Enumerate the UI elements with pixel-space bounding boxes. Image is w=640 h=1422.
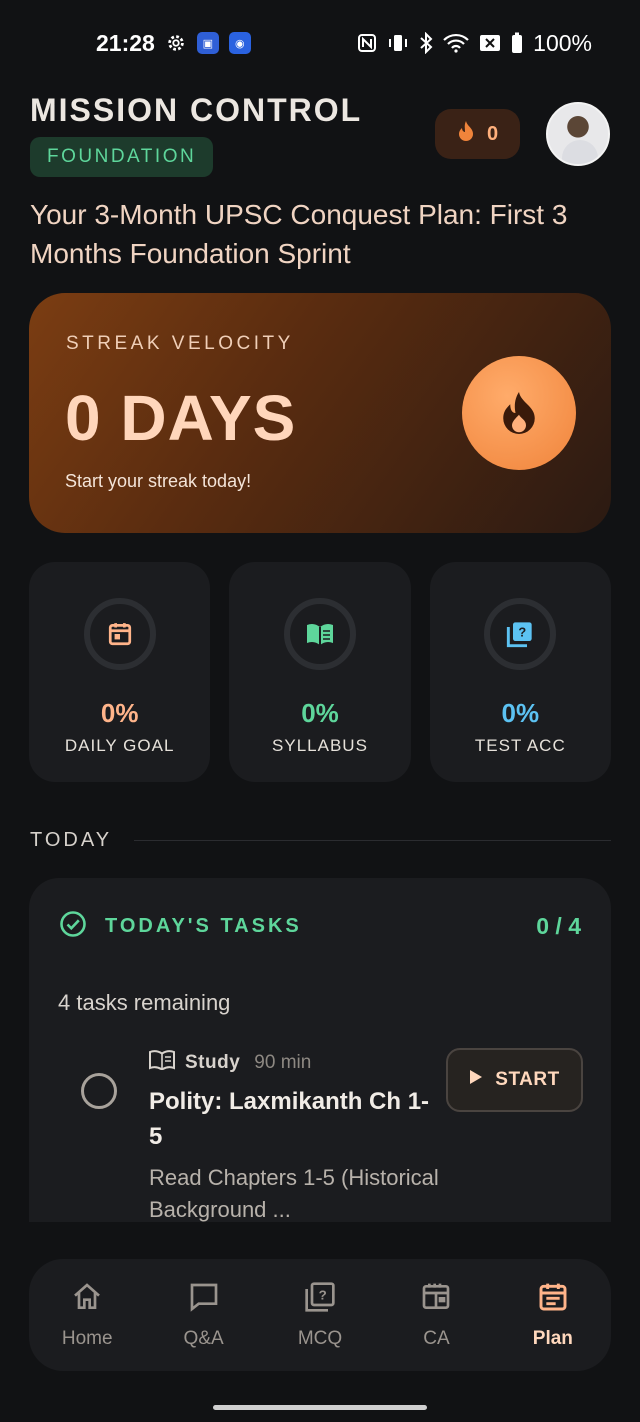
home-icon <box>71 1281 103 1318</box>
daily-goal-label: DAILY GOAL <box>64 736 175 755</box>
check-circle-icon <box>59 910 87 943</box>
wifi-icon <box>443 33 469 53</box>
chat-icon <box>188 1281 220 1318</box>
syllabus-value: 0% <box>301 698 339 728</box>
daily-goal-value: 0% <box>100 698 139 728</box>
nav-item-ca[interactable]: CA <box>378 1259 494 1371</box>
start-button-label: START <box>495 1069 560 1090</box>
tasks-header: TODAY'S TASKS 0 / 4 <box>59 910 581 943</box>
book-open-icon <box>283 598 356 670</box>
quiz-icon: ? <box>484 598 557 670</box>
nav-label-ca: CA <box>423 1328 450 1349</box>
today-section-header: TODAY <box>30 829 611 852</box>
flame-icon <box>457 120 475 148</box>
streak-count: 0 <box>486 122 499 145</box>
book-icon <box>149 1050 175 1076</box>
broadcast-icon: ◉ <box>228 32 251 54</box>
bottom-navigation: Home Q&A ? MCQ CA Plan <box>29 1259 611 1371</box>
today-label: TODAY <box>30 829 113 851</box>
tasks-title: TODAY'S TASKS <box>105 915 302 937</box>
streak-counter-button[interactable]: 0 <box>435 109 520 159</box>
app-icon: ▣ <box>196 32 219 54</box>
newspaper-icon <box>420 1281 452 1318</box>
test-accuracy-label: TEST ACC <box>474 736 566 755</box>
task-checkbox[interactable] <box>81 1073 117 1109</box>
phase-badge: FOUNDATION <box>30 137 214 177</box>
vibrate-icon <box>387 33 409 53</box>
battery-icon <box>511 32 523 54</box>
svg-text:?: ? <box>519 624 527 639</box>
avatar[interactable] <box>546 102 610 166</box>
stats-row: 0% DAILY GOAL 0% SYLLABUS ? 0% TEST ACC <box>29 562 611 782</box>
nav-item-qa[interactable]: Q&A <box>145 1259 261 1371</box>
streak-subtitle: Start your streak today! <box>65 471 252 491</box>
stat-card-daily-goal[interactable]: 0% DAILY GOAL <box>29 562 211 782</box>
test-accuracy-value: 0% <box>501 698 540 728</box>
tasks-remaining: 4 tasks remaining <box>58 990 231 1015</box>
task-description: Read Chapters 1-5 (Historical Background… <box>149 1165 439 1222</box>
no-sim-icon <box>479 34 501 52</box>
nav-item-home[interactable]: Home <box>29 1259 145 1371</box>
calendar-icon <box>83 598 156 670</box>
streak-days-value: 0 DAYS <box>65 382 297 454</box>
divider <box>134 840 611 841</box>
stat-card-test-accuracy[interactable]: ? 0% TEST ACC <box>429 562 611 782</box>
start-task-button[interactable]: START <box>446 1048 583 1112</box>
nfc-icon <box>357 33 377 53</box>
streak-velocity-card: STREAK VELOCITY 0 DAYS Start your streak… <box>29 293 611 533</box>
nav-label-plan: Plan <box>532 1328 573 1349</box>
calendar-icon <box>537 1281 569 1318</box>
battery-level: 100% <box>533 29 592 56</box>
home-indicator[interactable] <box>213 1405 427 1410</box>
gear-icon <box>165 32 187 54</box>
stat-card-syllabus[interactable]: 0% SYLLABUS <box>229 562 411 782</box>
nav-label-home: Home <box>61 1328 113 1349</box>
syllabus-label: SYLLABUS <box>272 736 368 755</box>
flame-icon <box>462 356 576 470</box>
task-meta: Study 90 min <box>149 1050 311 1076</box>
plan-title: Your 3-Month UPSC Conquest Plan: First 3… <box>30 199 568 269</box>
nav-label-qa: Q&A <box>183 1328 224 1349</box>
streak-label: STREAK VELOCITY <box>66 333 294 354</box>
bluetooth-icon <box>419 32 433 54</box>
task-duration: 90 min <box>254 1052 312 1073</box>
task-type: Study <box>185 1052 241 1073</box>
svg-text:?: ? <box>319 1288 327 1303</box>
status-bar: 21:28 ▣ ◉ 100% <box>0 0 640 86</box>
nav-label-mcq: MCQ <box>297 1328 343 1349</box>
todays-tasks-card: TODAY'S TASKS 0 / 4 4 tasks remaining St… <box>29 878 611 1222</box>
status-time: 21:28 <box>96 29 155 56</box>
task-title[interactable]: Polity: Laxmikanth Ch 1-5 <box>149 1084 439 1154</box>
app-header: MISSION CONTROL FOUNDATION 0 <box>30 92 610 177</box>
play-icon <box>469 1069 483 1091</box>
nav-item-plan[interactable]: Plan <box>495 1259 611 1371</box>
tasks-progress-count: 0 / 4 <box>536 913 581 939</box>
quiz-icon: ? <box>304 1281 336 1318</box>
nav-item-mcq[interactable]: ? MCQ <box>262 1259 378 1371</box>
